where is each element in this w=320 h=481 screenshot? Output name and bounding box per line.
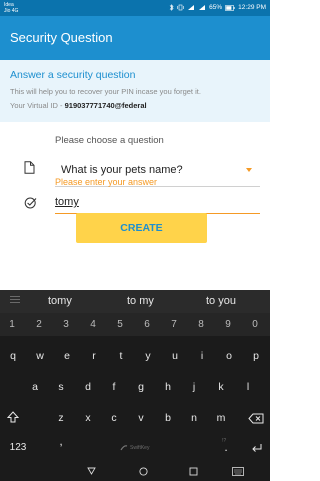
info-description: This will help you to recover your PIN i… bbox=[10, 87, 201, 96]
dropdown-caret-icon bbox=[246, 168, 252, 172]
key-4[interactable]: 4 bbox=[83, 319, 103, 330]
vibrate-icon bbox=[177, 4, 184, 11]
virtual-id-label: Your Virtual ID - bbox=[10, 101, 65, 110]
key-9[interactable]: 9 bbox=[218, 319, 238, 330]
key-q[interactable]: q bbox=[3, 350, 23, 362]
virtual-id-value: 919037771740@federal bbox=[64, 101, 147, 110]
key-h[interactable]: h bbox=[158, 381, 178, 393]
swiftkey-brand: SwiftKey bbox=[130, 445, 150, 451]
question-prompt: Please choose a question bbox=[55, 135, 164, 146]
navigation-bar bbox=[0, 463, 270, 481]
key-8[interactable]: 8 bbox=[191, 319, 211, 330]
key-r[interactable]: r bbox=[84, 350, 104, 362]
symbols-key[interactable]: 123 bbox=[3, 442, 33, 453]
signal-icon bbox=[188, 5, 195, 10]
key-v[interactable]: v bbox=[131, 412, 151, 424]
key-6[interactable]: 6 bbox=[137, 319, 157, 330]
key-l[interactable]: l bbox=[238, 381, 258, 393]
key-d[interactable]: d bbox=[78, 381, 98, 393]
status-bar: Idea Jio 4G 65% 12:29 PM bbox=[0, 0, 270, 16]
info-heading: Answer a security question bbox=[10, 69, 136, 81]
key-1[interactable]: 1 bbox=[2, 319, 22, 330]
answer-input[interactable]: tomy bbox=[55, 191, 260, 214]
spacebar[interactable]: SwiftKey bbox=[90, 437, 185, 459]
keyboard-icon[interactable] bbox=[232, 467, 244, 476]
clock: 12:29 PM bbox=[238, 4, 266, 11]
number-row: 1 2 3 4 5 6 7 8 9 0 bbox=[0, 313, 270, 336]
suggestion-3[interactable]: to you bbox=[206, 295, 236, 307]
suggestion-2[interactable]: to my bbox=[127, 295, 154, 307]
page-title: Security Question bbox=[10, 30, 113, 45]
key-c[interactable]: c bbox=[104, 412, 124, 424]
question-selected-value: What is your pets name? bbox=[61, 164, 183, 176]
virtual-id-line: Your Virtual ID - 919037771740@federal bbox=[10, 101, 147, 110]
key-o[interactable]: o bbox=[219, 350, 239, 362]
key-y[interactable]: y bbox=[138, 350, 158, 362]
key-m[interactable]: m bbox=[211, 412, 231, 424]
key-u[interactable]: u bbox=[165, 350, 185, 362]
document-icon bbox=[24, 161, 35, 174]
carrier-info: Idea Jio 4G bbox=[4, 2, 18, 14]
key-z[interactable]: z bbox=[51, 412, 71, 424]
battery-icon bbox=[225, 4, 235, 11]
key-7[interactable]: 7 bbox=[164, 319, 184, 330]
swiftkey-logo-icon bbox=[120, 445, 128, 451]
home-icon[interactable] bbox=[139, 467, 148, 476]
key-x[interactable]: x bbox=[78, 412, 98, 424]
check-circle-icon bbox=[24, 197, 37, 209]
key-i[interactable]: i bbox=[192, 350, 212, 362]
key-e[interactable]: e bbox=[57, 350, 77, 362]
bluetooth-icon bbox=[169, 4, 174, 11]
key-w[interactable]: w bbox=[30, 350, 50, 362]
suggestion-1[interactable]: tomy bbox=[48, 295, 72, 307]
key-f[interactable]: f bbox=[104, 381, 124, 393]
answer-value: tomy bbox=[55, 196, 79, 208]
key-j[interactable]: j bbox=[184, 381, 204, 393]
answer-label: Please enter your answer bbox=[55, 177, 158, 187]
key-g[interactable]: g bbox=[131, 381, 151, 393]
status-icons: 65% 12:29 PM bbox=[169, 4, 266, 11]
create-button[interactable]: CREATE bbox=[76, 213, 207, 243]
key-5[interactable]: 5 bbox=[110, 319, 130, 330]
shift-icon[interactable] bbox=[7, 411, 19, 423]
backspace-icon[interactable] bbox=[248, 413, 264, 424]
suggestion-bar: tomy to my to you bbox=[0, 290, 270, 313]
key-s[interactable]: s bbox=[51, 381, 71, 393]
key-3[interactable]: 3 bbox=[56, 319, 76, 330]
signal-icon bbox=[199, 5, 206, 10]
recents-icon[interactable] bbox=[189, 467, 198, 476]
comma-key[interactable]: , bbox=[51, 434, 71, 448]
app-bar: Security Question bbox=[0, 16, 270, 60]
menu-icon[interactable] bbox=[10, 296, 20, 305]
key-n[interactable]: n bbox=[184, 412, 204, 424]
back-icon[interactable] bbox=[87, 467, 96, 475]
key-2[interactable]: 2 bbox=[29, 319, 49, 330]
enter-icon[interactable] bbox=[251, 442, 263, 454]
carrier-2: Jio 4G bbox=[4, 8, 19, 14]
period-key[interactable]: . bbox=[216, 440, 236, 454]
info-panel: Answer a security question This will hel… bbox=[0, 60, 270, 122]
key-t[interactable]: t bbox=[111, 350, 131, 362]
key-0[interactable]: 0 bbox=[245, 319, 265, 330]
key-b[interactable]: b bbox=[158, 412, 178, 424]
key-k[interactable]: k bbox=[211, 381, 231, 393]
key-a[interactable]: a bbox=[25, 381, 45, 393]
key-p[interactable]: p bbox=[246, 350, 266, 362]
battery-percent: 65% bbox=[209, 4, 223, 11]
keyboard: tomy to my to you 1 2 3 4 5 6 7 8 9 0 q … bbox=[0, 290, 270, 481]
